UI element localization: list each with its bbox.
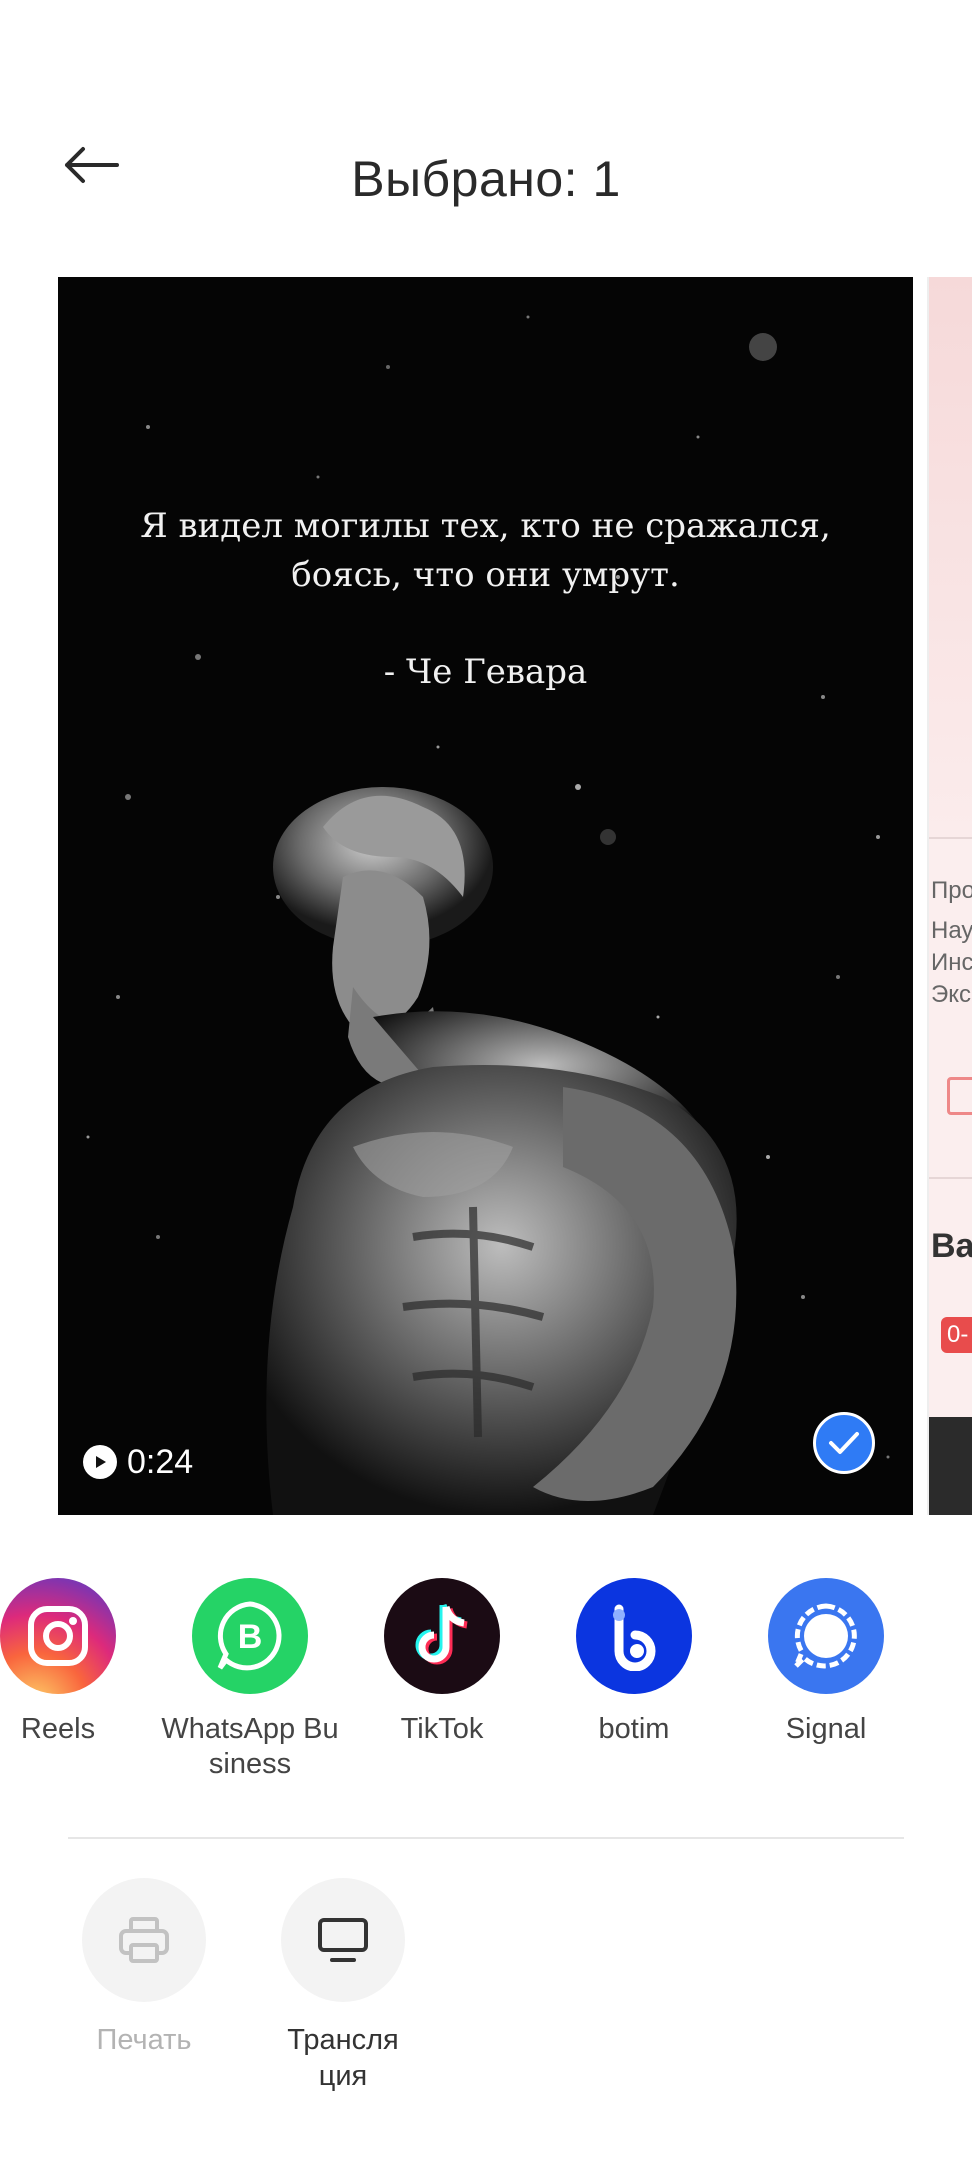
media-carousel[interactable]: Я видел могилы тех, кто не сражался, боя… (0, 277, 972, 1515)
next-preview-text: Инс (931, 949, 972, 976)
share-app-label: WhatsApp Bu siness (161, 1713, 339, 1780)
printer-icon (82, 1878, 206, 2002)
header: Выбрано: 1 (0, 0, 972, 270)
action-label: Печать (96, 2024, 192, 2056)
svg-text:B: B (238, 1618, 263, 1656)
next-media-preview[interactable]: Про Нау Инс Экс Вас 0- (927, 277, 972, 1515)
share-app-tiktok[interactable]: TikTok (342, 1578, 542, 1747)
share-app-label: botim (598, 1713, 670, 1745)
divider (929, 1177, 972, 1179)
video-duration: 0:24 (83, 1442, 193, 1482)
tiktok-icon (384, 1578, 500, 1694)
next-preview-text: Экс (931, 981, 972, 1008)
quote-text: Я видел могилы тех, кто не сражался, боя… (58, 502, 913, 600)
section-divider (68, 1837, 904, 1839)
next-preview-text: Нау (931, 917, 972, 944)
page-title: Выбрано: 1 (351, 151, 621, 207)
document-icon (947, 1077, 972, 1115)
share-app-whatsapp-business[interactable]: B WhatsApp Bu siness (150, 1578, 350, 1782)
quote-author: - Че Гевара (383, 652, 588, 692)
selected-checkmark[interactable] (813, 1412, 875, 1474)
divider (929, 837, 972, 839)
quote-line: Я видел могилы тех, кто не сражался, (140, 506, 831, 546)
next-preview-heading: Вас (931, 1227, 972, 1265)
actions-row: Печать Трансля ция (0, 1878, 972, 2118)
quote-line: боясь, что они умрут. (291, 555, 680, 595)
share-app-label: Signal (785, 1713, 867, 1745)
share-app-label: Reels (20, 1713, 96, 1745)
play-icon (83, 1445, 117, 1479)
botim-icon (576, 1578, 692, 1694)
next-preview-badge: 0- (941, 1317, 972, 1353)
print-button[interactable]: Печать (59, 1878, 229, 2058)
share-app-botim[interactable]: botim (534, 1578, 734, 1747)
whatsapp-business-icon: B (192, 1578, 308, 1694)
share-app-label: TikTok (400, 1713, 484, 1745)
monitor-icon (281, 1878, 405, 2002)
action-label: Трансля ция (287, 2024, 399, 2092)
share-apps-row: Reels B WhatsApp Bu siness TikTok botim … (0, 1578, 972, 1798)
statue-image (266, 787, 737, 1515)
share-app-signal[interactable]: Signal (726, 1578, 926, 1747)
selected-video-preview[interactable]: Я видел могилы тех, кто не сражался, боя… (58, 277, 913, 1515)
next-preview-product (929, 1417, 972, 1515)
next-preview-image (929, 277, 972, 837)
check-icon (829, 1432, 859, 1454)
instagram-icon (0, 1578, 116, 1694)
next-preview-text: Про (931, 877, 972, 904)
duration-text: 0:24 (127, 1442, 194, 1481)
share-app-reels[interactable]: Reels (0, 1578, 158, 1747)
signal-icon (768, 1578, 884, 1694)
cast-button[interactable]: Трансля ция (258, 1878, 428, 2094)
